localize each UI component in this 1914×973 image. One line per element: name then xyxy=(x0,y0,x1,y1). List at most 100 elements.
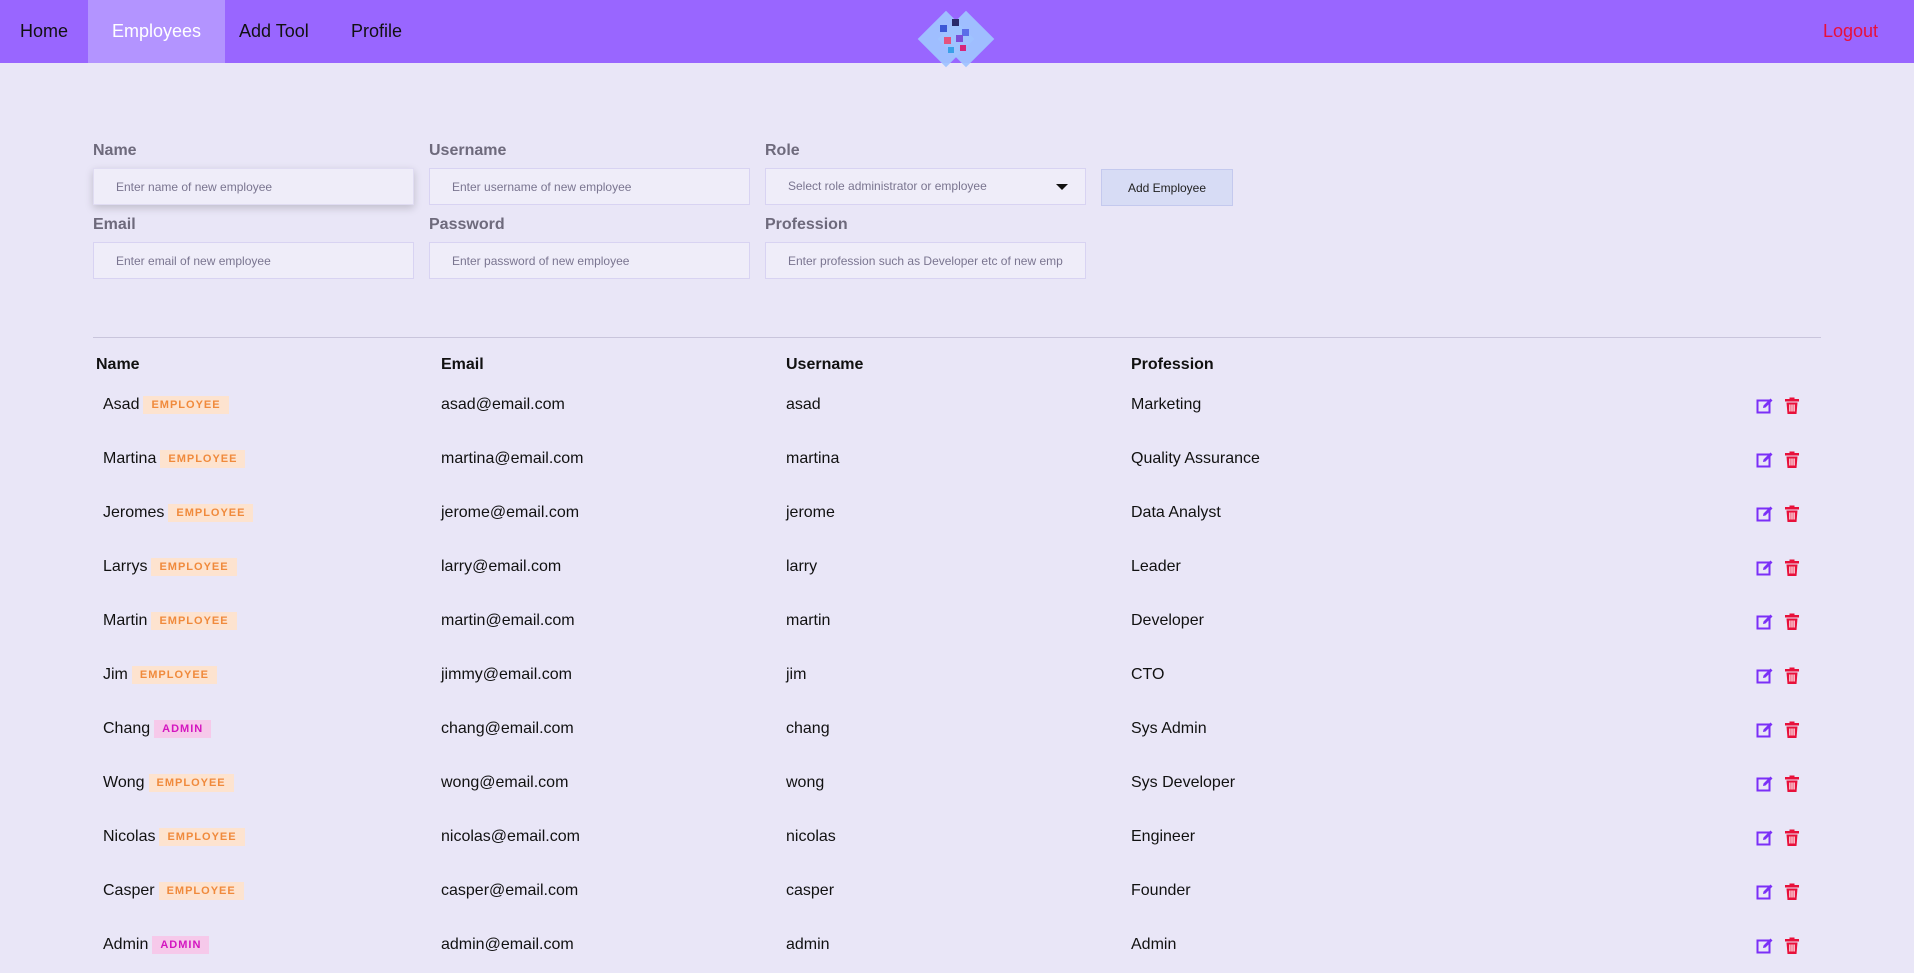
table-row: Jim EMPLOYEE jimmy@email.com jim CTO xyxy=(0,664,1914,718)
edit-icon[interactable] xyxy=(1756,775,1774,793)
employee-email: martin@email.com xyxy=(441,612,575,629)
name-label: Name xyxy=(93,142,137,159)
role-badge: ADMIN xyxy=(154,720,212,738)
employee-name: Martin xyxy=(103,612,148,629)
nav-logout[interactable]: Logout xyxy=(1823,0,1878,63)
employee-name-cell: Martin EMPLOYEE xyxy=(103,610,237,632)
employee-name-cell: Nicolas EMPLOYEE xyxy=(103,826,245,848)
role-badge: ADMIN xyxy=(152,936,210,954)
employee-username: admin xyxy=(786,936,830,953)
delete-icon[interactable] xyxy=(1783,829,1801,847)
employee-username: nicolas xyxy=(786,828,836,845)
table-row: Casper EMPLOYEE casper@email.com casper Foun… xyxy=(0,880,1914,934)
role-badge: EMPLOYEE xyxy=(151,558,237,576)
delete-icon[interactable] xyxy=(1783,775,1801,793)
employee-profession: Marketing xyxy=(1131,396,1202,413)
employee-name-cell: Jeromes EMPLOYEE xyxy=(103,502,254,524)
table-row: Martina EMPLOYEE martina@email.com martina Q… xyxy=(0,448,1914,502)
nav-home[interactable]: Home xyxy=(0,0,88,63)
employee-email: martina@email.com xyxy=(441,450,584,467)
employee-name: Nicolas xyxy=(103,828,156,845)
password-input[interactable] xyxy=(429,242,750,279)
employee-email: jimmy@email.com xyxy=(441,666,572,683)
table-row: Nicolas EMPLOYEE nicolas@email.com nicolas E… xyxy=(0,826,1914,880)
delete-icon[interactable] xyxy=(1783,883,1801,901)
edit-icon[interactable] xyxy=(1756,397,1774,415)
table-row: Martin EMPLOYEE martin@email.com martin Deve… xyxy=(0,610,1914,664)
role-badge: EMPLOYEE xyxy=(158,882,244,900)
delete-icon[interactable] xyxy=(1783,667,1801,685)
employee-profession: CTO xyxy=(1131,666,1165,683)
delete-icon[interactable] xyxy=(1783,613,1801,631)
employee-name-cell: Wong EMPLOYEE xyxy=(103,772,234,794)
column-header-username: Username xyxy=(786,356,864,373)
employee-email: asad@email.com xyxy=(441,396,565,413)
table-row: Asad EMPLOYEE asad@email.com asad Marketing xyxy=(0,394,1914,448)
employee-email: casper@email.com xyxy=(441,882,579,899)
employee-name-cell: Admin ADMIN xyxy=(103,934,210,956)
nav-employees[interactable]: Employees xyxy=(88,0,226,63)
employee-profession: Quality Assurance xyxy=(1131,450,1260,467)
employee-name: Jeromes xyxy=(103,504,165,521)
employee-username: jerome xyxy=(786,504,835,521)
nav-profile[interactable]: Profile xyxy=(327,0,426,63)
email-input[interactable] xyxy=(93,242,414,279)
edit-icon[interactable] xyxy=(1756,559,1774,577)
edit-icon[interactable] xyxy=(1756,721,1774,739)
employee-profession: Developer xyxy=(1131,612,1204,629)
employee-email: nicolas@email.com xyxy=(441,828,580,845)
password-label: Password xyxy=(429,216,505,233)
employee-profession: Admin xyxy=(1131,936,1177,953)
edit-icon[interactable] xyxy=(1756,451,1774,469)
role-label: Role xyxy=(765,142,800,159)
profession-label: Profession xyxy=(765,216,848,233)
role-badge: EMPLOYEE xyxy=(131,666,218,684)
role-badge: EMPLOYEE xyxy=(148,774,234,792)
delete-icon[interactable] xyxy=(1783,937,1801,955)
edit-icon[interactable] xyxy=(1756,613,1774,631)
employee-name: Admin xyxy=(103,936,149,953)
employee-username: jim xyxy=(786,666,807,683)
delete-icon[interactable] xyxy=(1783,505,1801,523)
employee-username: martin xyxy=(786,612,831,629)
employee-profession: Leader xyxy=(1131,558,1181,575)
nav-add-tool[interactable]: Add Tool xyxy=(215,0,333,63)
delete-icon[interactable] xyxy=(1783,451,1801,469)
employee-username: asad xyxy=(786,396,821,413)
name-input[interactable] xyxy=(93,168,414,205)
delete-icon[interactable] xyxy=(1783,559,1801,577)
username-input[interactable] xyxy=(429,168,750,205)
employee-username: wong xyxy=(786,774,825,791)
role-select[interactable]: Select role administrator or employee xyxy=(765,168,1086,205)
employee-username: chang xyxy=(786,720,830,737)
edit-icon[interactable] xyxy=(1756,883,1774,901)
edit-icon[interactable] xyxy=(1756,667,1774,685)
edit-icon[interactable] xyxy=(1756,829,1774,847)
column-header-email: Email xyxy=(441,356,484,373)
delete-icon[interactable] xyxy=(1783,397,1801,415)
email-label: Email xyxy=(93,216,136,233)
employee-name-cell: Martina EMPLOYEE xyxy=(103,448,246,470)
table-row: Chang ADMIN chang@email.com chang Sys Admin xyxy=(0,718,1914,772)
delete-icon[interactable] xyxy=(1783,721,1801,739)
app-logo[interactable] xyxy=(916,0,996,78)
profession-input[interactable] xyxy=(765,242,1086,279)
employee-username: larry xyxy=(786,558,818,575)
employee-name: Chang xyxy=(103,720,151,737)
employee-email: wong@email.com xyxy=(441,774,569,791)
employee-username: casper xyxy=(786,882,835,899)
add-employee-button[interactable]: Add Employee xyxy=(1101,169,1233,206)
table-row: Larrys EMPLOYEE larry@email.com larry Leader xyxy=(0,556,1914,610)
employee-name-cell: Jim EMPLOYEE xyxy=(103,664,218,686)
role-badge: EMPLOYEE xyxy=(151,612,237,630)
column-header-name: Name xyxy=(96,356,140,373)
employee-username: martina xyxy=(786,450,840,467)
employee-name: Jim xyxy=(103,666,128,683)
employee-name-cell: Casper EMPLOYEE xyxy=(103,880,244,902)
table-row: Wong EMPLOYEE wong@email.com wong Sys Develo… xyxy=(0,772,1914,826)
column-header-profession: Profession xyxy=(1131,356,1214,373)
employee-profession: Sys Developer xyxy=(1131,774,1236,791)
edit-icon[interactable] xyxy=(1756,937,1774,955)
employee-name-cell: Chang ADMIN xyxy=(103,718,212,740)
edit-icon[interactable] xyxy=(1756,505,1774,523)
